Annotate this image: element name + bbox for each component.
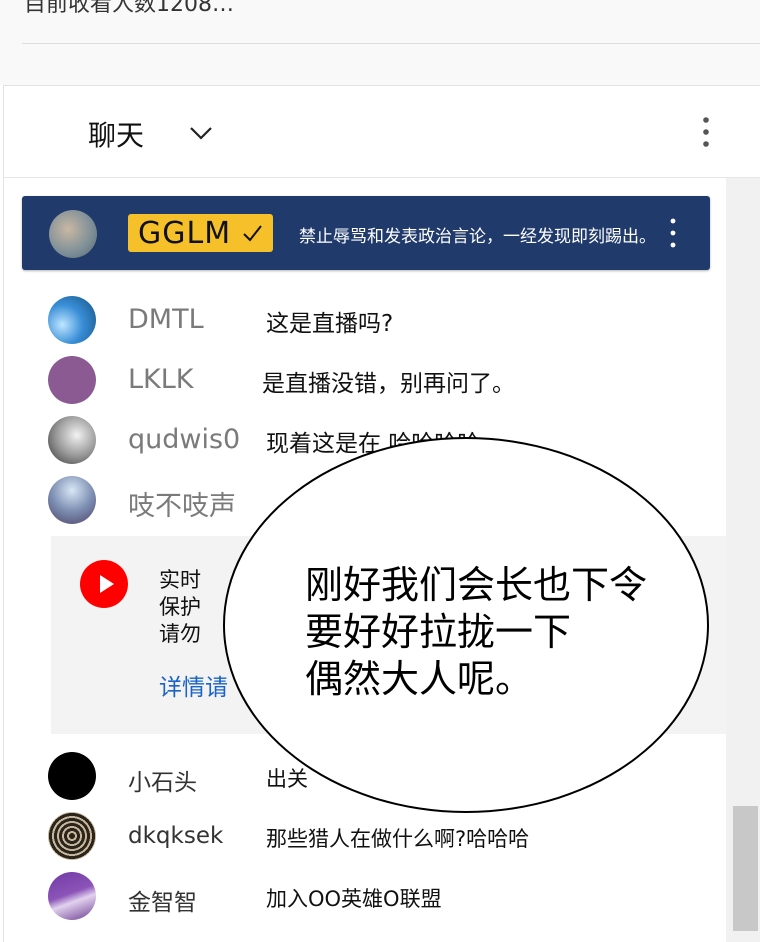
message-text: 是直播没错，别再问了。	[262, 371, 515, 397]
youtube-icon	[80, 560, 128, 608]
message-text: 这是直播吗?	[266, 311, 394, 337]
top-bar: 目前收看人数1208…	[0, 0, 760, 85]
chat-message[interactable]: 金智智 加入OO英雄O联盟	[4, 867, 724, 925]
message-author: LKLK	[128, 364, 194, 395]
speech-bubble-text: 刚好我们会长也下令 要好好拉拢一下 偶然大人呢。	[305, 562, 647, 703]
avatar	[49, 210, 97, 258]
speech-bubble: 刚好我们会长也下令 要好好拉拢一下 偶然大人呢。	[223, 437, 709, 813]
scrollbar-thumb[interactable]	[733, 806, 758, 931]
bubble-line: 刚好我们会长也下令	[305, 563, 648, 607]
chat-message[interactable]: DMTL 这是直播吗?	[4, 291, 724, 349]
more-options-icon[interactable]	[696, 112, 716, 152]
pinned-text: 禁止辱骂和发表政治言论，一经发现即刻踢出。	[299, 227, 656, 247]
notice-text: 保护	[159, 595, 201, 619]
avatar	[48, 812, 96, 860]
check-icon	[243, 225, 262, 242]
avatar	[48, 872, 96, 920]
more-options-icon[interactable]	[667, 216, 679, 250]
chat-message[interactable]: LKLK 是直播没错，别再问了。	[4, 351, 724, 409]
avatar	[48, 416, 96, 464]
avatar	[48, 752, 96, 800]
pinned-message[interactable]: GGLM 禁止辱骂和发表政治言论，一经发现即刻踢出。	[22, 196, 710, 270]
message-author: qudwis0	[128, 424, 241, 455]
details-link[interactable]: 详情请	[159, 668, 228, 702]
pinned-author: GGLM	[138, 215, 232, 251]
avatar	[48, 356, 96, 404]
message-author: dkqksek	[128, 823, 224, 849]
message-author: DMTL	[128, 304, 204, 335]
bubble-line: 要好好拉拢一下	[305, 610, 572, 654]
chevron-down-icon[interactable]	[187, 119, 215, 147]
notice-text: 实时	[159, 568, 201, 592]
message-author: 小石头	[128, 770, 197, 796]
viewer-count: 目前收看人数1208…	[24, 0, 234, 17]
message-text: 那些猎人在做什么啊?哈哈哈	[266, 827, 530, 851]
divider	[22, 43, 760, 44]
chat-header: 聊天	[4, 86, 760, 178]
avatar	[48, 296, 96, 344]
bubble-line: 偶然大人呢。	[305, 657, 534, 701]
avatar	[48, 476, 96, 524]
message-text: 加入OO英雄O联盟	[266, 887, 442, 911]
message-author: 金智智	[128, 890, 197, 916]
notice-text: 请勿	[159, 622, 201, 646]
chat-message[interactable]: dkqksek 那些猎人在做什么啊?哈哈哈	[4, 807, 724, 865]
message-text: 出关	[266, 767, 308, 791]
chat-title: 聊天	[88, 119, 145, 152]
moderator-badge: GGLM	[128, 214, 274, 252]
message-author: 吱不吱声	[128, 491, 236, 522]
